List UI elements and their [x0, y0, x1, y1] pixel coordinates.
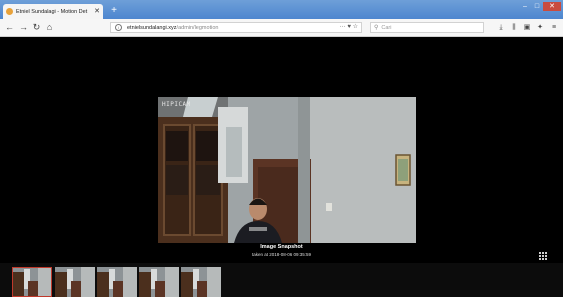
minimize-icon[interactable]: –	[519, 2, 531, 11]
page-actions-icon[interactable]: ··· ♥ ☆	[340, 23, 358, 32]
info-icon[interactable]: i	[115, 24, 122, 31]
tab-close-icon[interactable]: ✕	[94, 8, 100, 15]
address-bar[interactable]: i etnielsundalangi.xyz /admin/legmotion …	[110, 22, 362, 33]
search-input[interactable]: ⚲ Cari	[370, 22, 484, 33]
browser-tab[interactable]: Etniel Sundalagi - Motion Det ✕	[3, 4, 103, 19]
page-content: HIPICAM Image Snapshot taken at 2018-08-…	[0, 37, 563, 297]
sidebar-icon[interactable]: ▣	[522, 22, 532, 33]
new-tab-button[interactable]: +	[108, 6, 120, 16]
url-host: etnielsundalangi.xyz	[127, 24, 177, 31]
url-path: /admin/legmotion	[176, 24, 219, 31]
favicon-icon	[6, 8, 13, 15]
reload-icon[interactable]: ↻	[31, 22, 42, 33]
maximize-icon[interactable]: □	[531, 2, 543, 11]
snapshot-title: Image Snapshot	[260, 244, 303, 250]
camera-label: HIPICAM	[162, 101, 191, 108]
close-window-icon[interactable]: ✕	[543, 2, 561, 11]
thumbnail-image	[97, 267, 137, 297]
thumbnail-image	[181, 267, 221, 297]
back-icon[interactable]: ←	[4, 22, 15, 33]
snapshot-image: HIPICAM	[158, 97, 416, 243]
thumbnail-image	[12, 267, 52, 297]
forward-icon[interactable]: →	[18, 22, 29, 33]
menu-icon[interactable]: ≡	[549, 22, 559, 33]
tab-title: Etniel Sundalagi - Motion Det	[16, 8, 88, 15]
window-controls: – □ ✕	[519, 2, 561, 11]
search-placeholder: Cari	[381, 24, 392, 31]
download-icon[interactable]: ⤓	[496, 22, 506, 33]
thumbnail-image	[139, 267, 179, 297]
title-bar: Etniel Sundalagi - Motion Det ✕ + – □ ✕	[0, 0, 563, 19]
thumbnail-5[interactable]	[181, 267, 221, 297]
thumbnail-1[interactable]	[12, 267, 52, 297]
nav-toolbar: ← → ↻ ⌂ i etnielsundalangi.xyz /admin/le…	[0, 19, 563, 37]
thumbnail-3[interactable]	[97, 267, 137, 297]
thumbnail-2[interactable]	[55, 267, 95, 297]
search-icon: ⚲	[374, 25, 379, 31]
room-scene	[158, 97, 416, 243]
extension-icon[interactable]: ✦	[535, 22, 545, 33]
thumbnail-strip	[0, 263, 563, 297]
grid-view-icon[interactable]	[538, 251, 548, 261]
thumbnail-image	[55, 267, 95, 297]
snapshot-timestamp: taken at 2018-08-06 09:35:59	[251, 252, 312, 257]
thumbnail-4[interactable]	[139, 267, 179, 297]
home-icon[interactable]: ⌂	[44, 22, 55, 33]
library-icon[interactable]: ⫼	[509, 22, 519, 33]
